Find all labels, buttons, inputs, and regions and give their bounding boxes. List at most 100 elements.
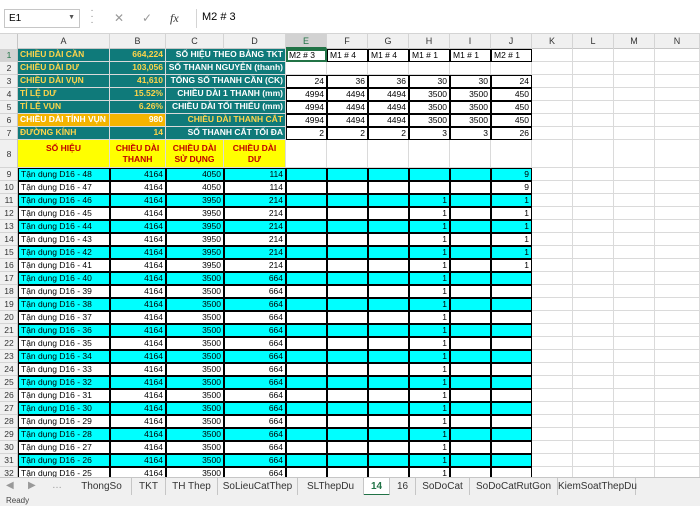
param-value[interactable]: 4994	[286, 114, 327, 127]
row-header-14[interactable]: 14	[0, 233, 17, 246]
empty-cell[interactable]	[614, 298, 655, 311]
row-used[interactable]: 3500	[166, 337, 224, 350]
empty-cell[interactable]	[614, 207, 655, 220]
row-count[interactable]	[327, 298, 368, 311]
row-count[interactable]	[286, 298, 327, 311]
row-count[interactable]: 1	[409, 454, 450, 467]
empty-cell[interactable]	[655, 168, 700, 181]
row-header-9[interactable]: 9	[0, 168, 17, 181]
row-used[interactable]: 3500	[166, 298, 224, 311]
row-length[interactable]: 4164	[110, 350, 166, 363]
row-length[interactable]: 4164	[110, 467, 166, 477]
sheet-tab-14[interactable]: 14	[364, 478, 390, 496]
empty-cell[interactable]	[573, 441, 614, 454]
confirm-icon[interactable]: ✓	[142, 11, 152, 25]
empty-cell[interactable]	[655, 441, 700, 454]
row-count[interactable]: 1	[409, 415, 450, 428]
row-count[interactable]: 1	[491, 220, 532, 233]
row-count[interactable]	[286, 207, 327, 220]
sheet-tab-solieucatthep[interactable]: SoLieuCatThep	[218, 478, 298, 496]
row-header-22[interactable]: 22	[0, 337, 17, 350]
row-header-8[interactable]: 8	[0, 140, 17, 168]
column-header-a[interactable]: A	[18, 34, 110, 49]
empty-cell[interactable]	[614, 194, 655, 207]
row-count[interactable]	[368, 350, 409, 363]
empty-cell[interactable]	[614, 75, 655, 88]
row-used[interactable]: 3500	[166, 324, 224, 337]
column-header-e[interactable]: E	[286, 34, 327, 49]
header-chieu-dai-du[interactable]: CHIỀU DÀI DƯ	[224, 140, 286, 168]
row-length[interactable]: 4164	[110, 428, 166, 441]
column-header-d[interactable]: D	[224, 34, 286, 49]
row-length[interactable]: 4164	[110, 402, 166, 415]
param-value[interactable]: 4494	[368, 88, 409, 101]
row-count[interactable]	[491, 324, 532, 337]
row-header-18[interactable]: 18	[0, 285, 17, 298]
row-name[interactable]: Tận dụng D16 - 44	[18, 220, 110, 233]
empty-cell[interactable]	[614, 259, 655, 272]
row-name[interactable]: Tận dụng D16 - 28	[18, 428, 110, 441]
row-length[interactable]: 4164	[110, 454, 166, 467]
row-count[interactable]	[327, 259, 368, 272]
row-count[interactable]	[327, 454, 368, 467]
row-rest[interactable]: 664	[224, 363, 286, 376]
row-header-7[interactable]: 7	[0, 127, 17, 140]
empty-cell[interactable]	[573, 62, 614, 75]
row-count[interactable]: 1	[491, 259, 532, 272]
row-length[interactable]: 4164	[110, 415, 166, 428]
empty-cell[interactable]	[573, 311, 614, 324]
row-count[interactable]	[368, 259, 409, 272]
row-count[interactable]: 1	[491, 207, 532, 220]
summary-value[interactable]: 980	[110, 114, 166, 127]
row-used[interactable]: 4050	[166, 181, 224, 194]
column-header-g[interactable]: G	[368, 34, 409, 49]
row-count[interactable]	[491, 428, 532, 441]
param-value[interactable]: 4994	[286, 88, 327, 101]
row-rest[interactable]: 664	[224, 415, 286, 428]
row-count[interactable]: 1	[409, 285, 450, 298]
row-length[interactable]: 4164	[110, 441, 166, 454]
column-header-h[interactable]: H	[409, 34, 450, 49]
empty-cell[interactable]	[532, 181, 573, 194]
row-header-16[interactable]: 16	[0, 259, 17, 272]
row-count[interactable]	[286, 311, 327, 324]
empty-cell[interactable]	[532, 168, 573, 181]
row-count[interactable]: 1	[491, 246, 532, 259]
param-value[interactable]: 3500	[409, 114, 450, 127]
row-count[interactable]	[327, 220, 368, 233]
empty-cell[interactable]	[614, 350, 655, 363]
row-count[interactable]	[368, 233, 409, 246]
row-count[interactable]	[286, 181, 327, 194]
row-header-27[interactable]: 27	[0, 402, 17, 415]
formula-input[interactable]: M2 # 3	[202, 11, 236, 23]
row-header-6[interactable]: 6	[0, 114, 17, 127]
row-length[interactable]: 4164	[110, 285, 166, 298]
row-count[interactable]	[327, 337, 368, 350]
param-label[interactable]: SỐ HIỆU THEO BẢNG TKT	[166, 49, 286, 62]
row-used[interactable]: 3950	[166, 246, 224, 259]
empty-cell[interactable]	[655, 246, 700, 259]
row-count[interactable]	[409, 168, 450, 181]
row-count[interactable]	[286, 350, 327, 363]
row-length[interactable]: 4164	[110, 194, 166, 207]
empty-cell[interactable]	[655, 337, 700, 350]
empty-cell[interactable]	[532, 114, 573, 127]
row-header-20[interactable]: 20	[0, 311, 17, 324]
row-count[interactable]: 1	[491, 194, 532, 207]
row-count[interactable]	[491, 298, 532, 311]
empty-cell[interactable]	[573, 114, 614, 127]
row-count[interactable]	[450, 376, 491, 389]
row-count[interactable]	[368, 415, 409, 428]
header-so-hieu[interactable]: SỐ HIỆU	[18, 140, 110, 168]
row-count[interactable]	[368, 389, 409, 402]
row-count[interactable]: 1	[409, 272, 450, 285]
empty-cell[interactable]	[655, 75, 700, 88]
row-count[interactable]	[286, 337, 327, 350]
empty-cell[interactable]	[573, 298, 614, 311]
row-name[interactable]: Tận dụng D16 - 48	[18, 168, 110, 181]
param-value[interactable]: M1 # 1	[450, 49, 491, 62]
row-header-2[interactable]: 2	[0, 62, 17, 75]
empty-cell[interactable]	[614, 140, 655, 168]
empty-cell[interactable]	[573, 428, 614, 441]
empty-cell[interactable]	[573, 140, 614, 168]
